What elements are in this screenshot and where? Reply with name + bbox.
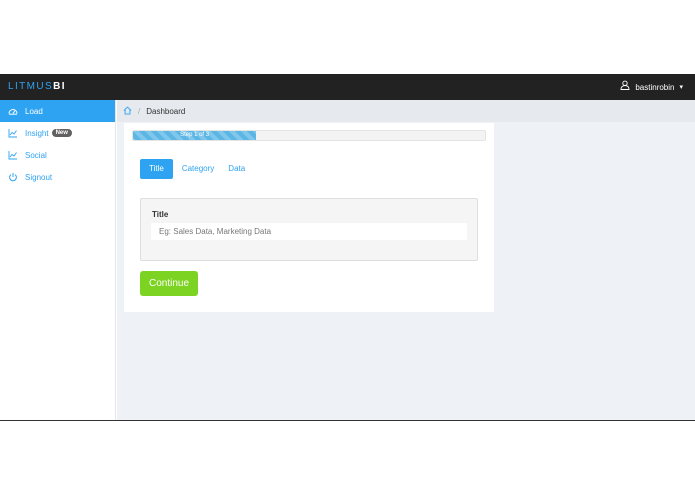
wizard-card: Step 1 of 3 Title Category Data Title Co…: [124, 123, 494, 312]
tab-title[interactable]: Title: [140, 159, 173, 179]
sidebar-item-label: Signout: [25, 172, 53, 182]
dashboard-icon: [8, 106, 18, 116]
chevron-down-icon: ▾: [679, 83, 683, 91]
breadcrumb-separator: /: [138, 106, 141, 116]
sidebar: Load Insight New Social Signout: [0, 100, 116, 420]
brand-logo-primary: LITMUS: [8, 81, 54, 92]
tab-data[interactable]: Data: [223, 159, 250, 179]
main-content: / Dashboard Step 1 of 3 Title Category D…: [117, 100, 695, 420]
user-name: bastinrobin: [635, 82, 675, 92]
user-menu[interactable]: bastinrobin ▾: [620, 80, 683, 95]
sidebar-item-label: Load: [25, 106, 43, 116]
progress-fill: Step 1 of 3: [133, 131, 257, 140]
top-navbar: LITMUSBI bastinrobin ▾: [0, 74, 695, 100]
sidebar-item-social[interactable]: Social: [0, 144, 115, 166]
tab-category[interactable]: Category: [177, 159, 219, 179]
breadcrumb-current: Dashboard: [146, 106, 186, 116]
sidebar-item-load[interactable]: Load: [0, 100, 115, 122]
new-badge: New: [51, 129, 72, 137]
power-icon: [8, 172, 18, 182]
sidebar-item-signout[interactable]: Signout: [0, 166, 115, 188]
continue-button[interactable]: Continue: [140, 271, 198, 296]
brand-logo[interactable]: LITMUSBI: [8, 81, 66, 93]
wizard-tabs: Title Category Data: [140, 159, 250, 179]
step-progress-bar: Step 1 of 3: [132, 130, 486, 141]
brand-logo-secondary: BI: [53, 81, 66, 92]
chart-icon: [8, 128, 18, 138]
breadcrumb: / Dashboard: [117, 100, 695, 122]
title-field-label: Title: [152, 210, 169, 219]
chart-icon: [8, 150, 18, 160]
sidebar-item-insight[interactable]: Insight New: [0, 122, 115, 144]
title-input[interactable]: [151, 223, 467, 240]
sidebar-item-label: Insight: [25, 128, 49, 138]
user-icon: [620, 80, 630, 95]
sidebar-item-label: Social: [25, 150, 47, 160]
bottom-divider: [0, 420, 695, 421]
title-form-panel: Title: [140, 198, 478, 261]
home-icon[interactable]: [123, 105, 132, 117]
